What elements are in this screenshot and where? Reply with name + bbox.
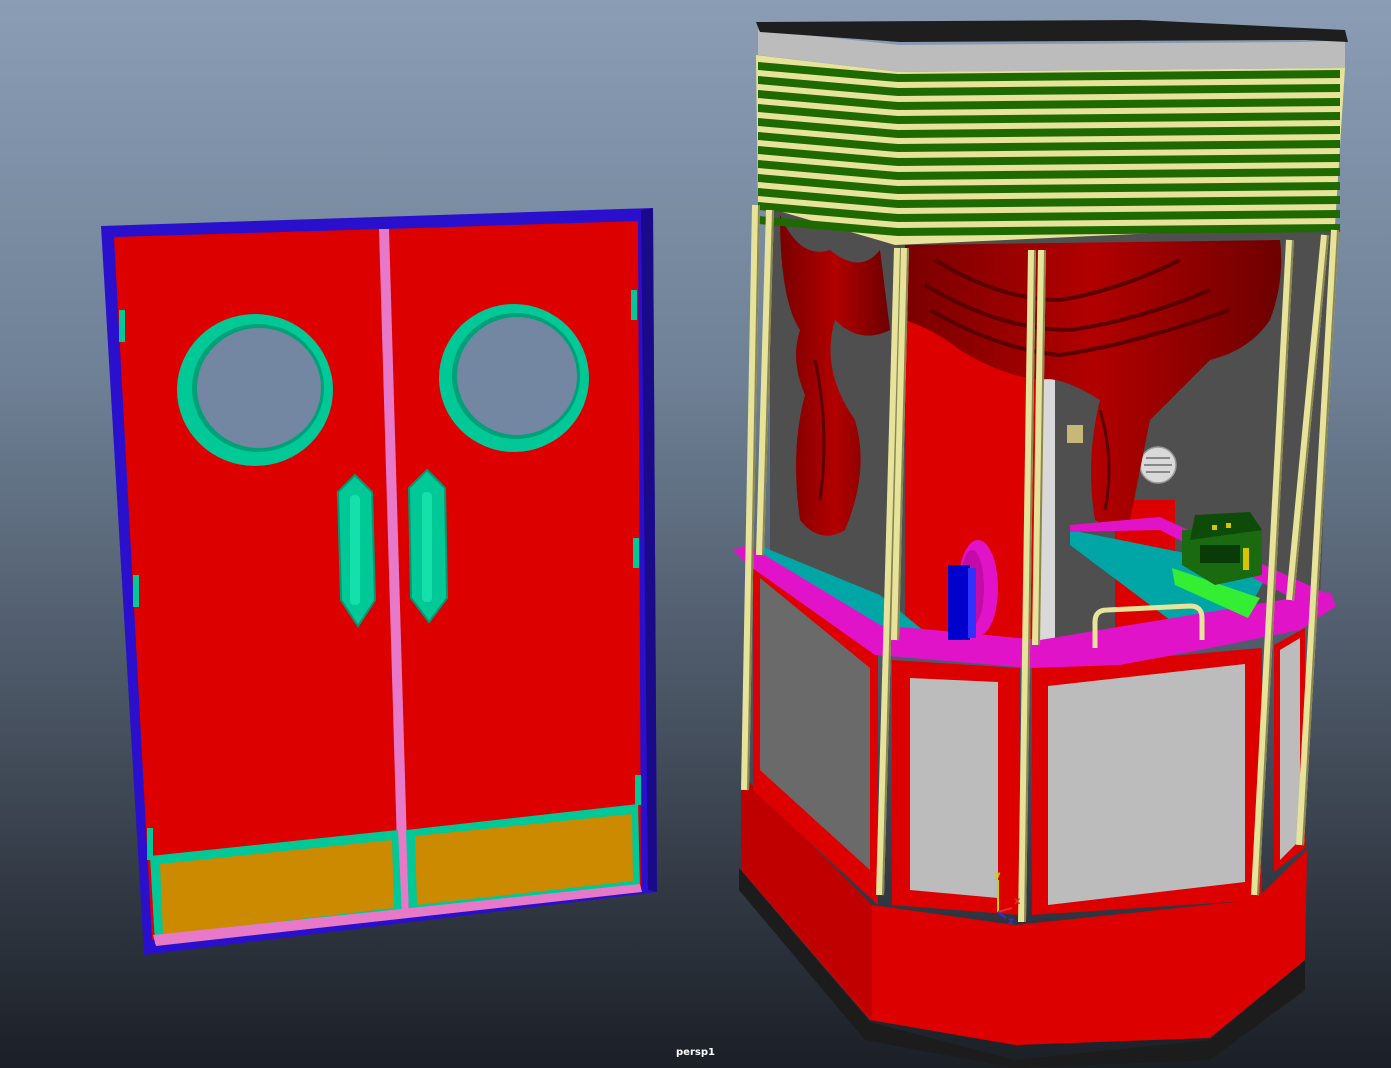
booth-roof-front [900,40,1345,72]
maya-perspective-viewport[interactable]: y x z persp1 [0,0,1391,1068]
camera-name-label: persp1 [676,1047,715,1058]
booth-right-panel-grey [1048,664,1245,905]
booth-front-panel-grey [910,678,998,898]
hinge [631,290,637,320]
light-switch [1067,425,1083,443]
axis-z-label: z [1008,916,1014,927]
hinge [633,538,639,568]
scene-canvas: y x z [101,20,1348,1068]
hinge [133,575,139,607]
booth-fascia [756,55,1345,245]
hinge [119,310,125,342]
vent-grille [1139,446,1177,484]
hinge [147,828,153,860]
axis-x-label: x [1014,896,1021,907]
ticket-booth[interactable] [733,20,1348,1068]
axis-y-label: y [994,870,1001,881]
booth-roof-top [756,20,1348,42]
hinge [635,775,641,805]
double-door[interactable] [101,208,657,955]
